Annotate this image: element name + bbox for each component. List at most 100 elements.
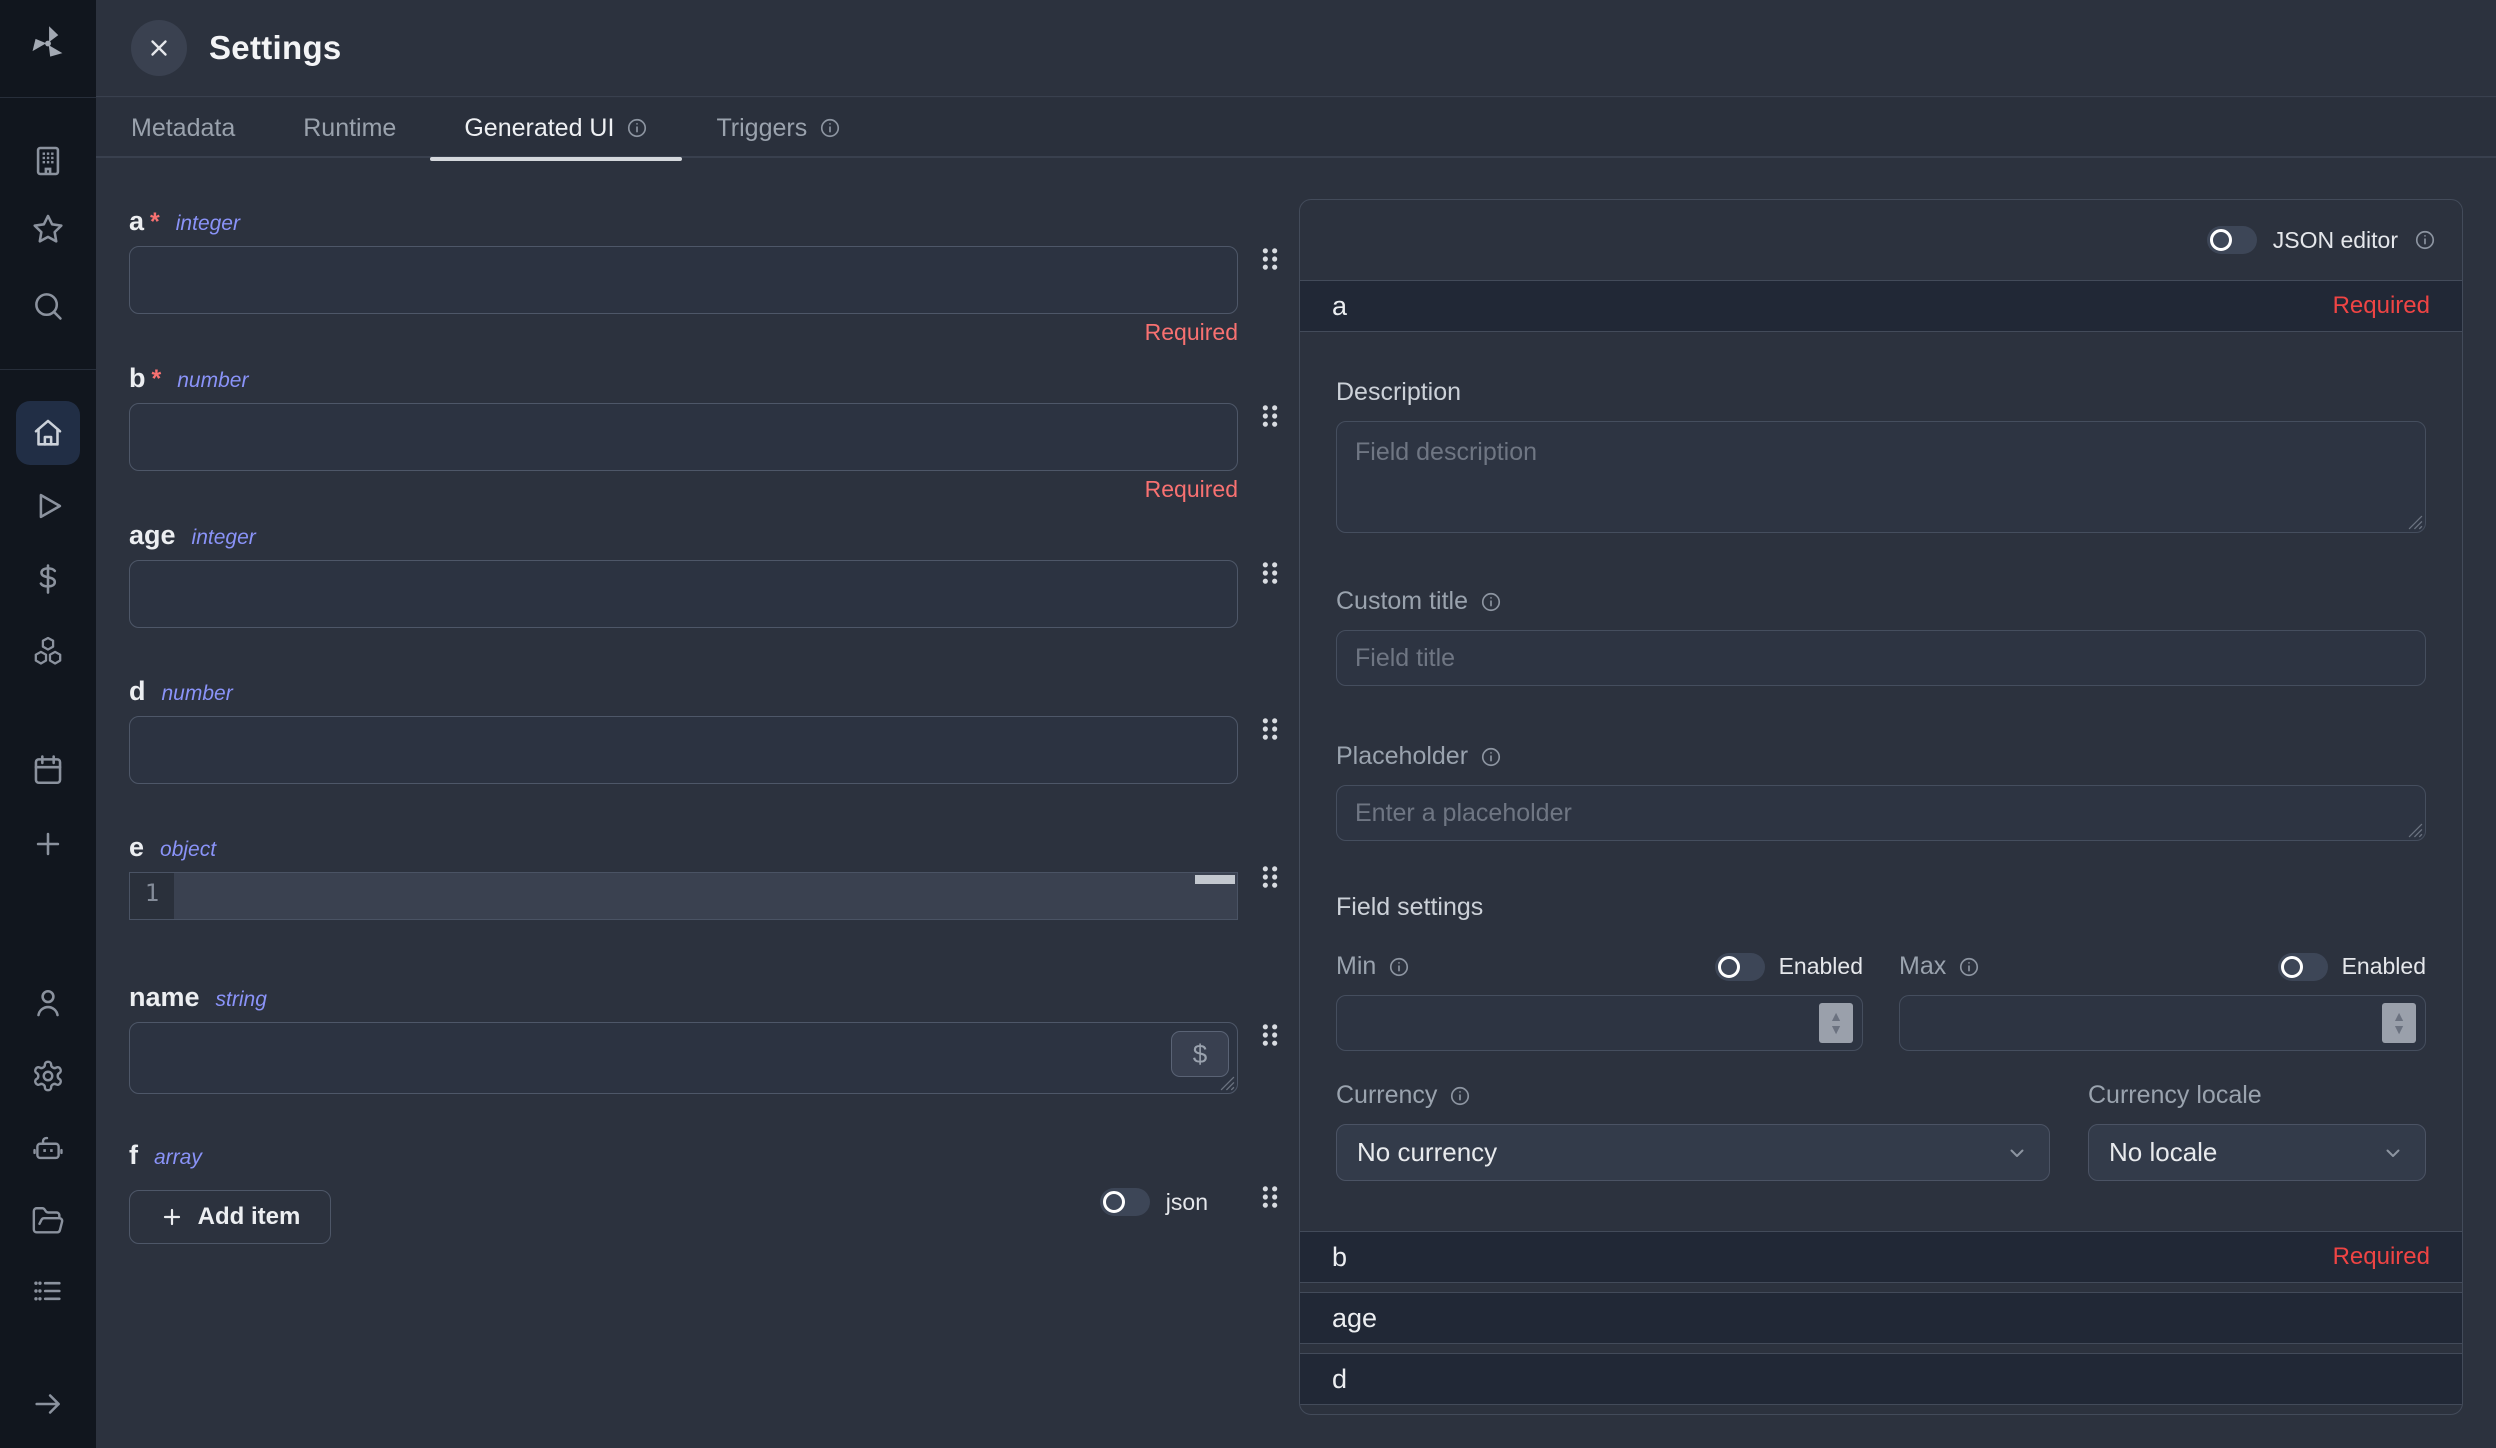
field-name: e — [129, 832, 144, 863]
min-column: Min Enabled ▲▼ — [1336, 952, 1863, 1051]
currency-locale-column: Currency locale No locale — [2088, 1081, 2426, 1181]
field-settings-label: Field settings — [1336, 893, 2426, 922]
min-enabled-toggle[interactable] — [1715, 953, 1765, 981]
chevron-down-icon — [2005, 1141, 2029, 1165]
field-f: f array Add item json — [129, 1140, 1238, 1244]
field-age: age integer — [129, 520, 1238, 628]
currency-select[interactable]: No currency — [1336, 1124, 2050, 1181]
max-enabled-toggle[interactable] — [2278, 953, 2328, 981]
field-b-input[interactable] — [129, 403, 1238, 471]
plus-icon[interactable] — [16, 812, 80, 876]
min-enabled-label: Enabled — [1779, 953, 1863, 980]
add-item-button[interactable]: Add item — [129, 1190, 331, 1244]
drag-handle-icon[interactable] — [1256, 1020, 1284, 1055]
tab-metadata[interactable]: Metadata — [97, 98, 269, 158]
description-input[interactable] — [1336, 421, 2426, 533]
info-icon — [1480, 591, 1502, 613]
required-hint: Required — [129, 476, 1238, 502]
drag-handle-icon[interactable] — [1256, 558, 1284, 593]
panel-row-d[interactable]: d — [1300, 1353, 2462, 1405]
drag-handle-icon[interactable] — [1256, 862, 1284, 897]
tab-generated-ui[interactable]: Generated UI — [430, 98, 682, 158]
max-value-input[interactable] — [1899, 995, 2426, 1051]
panel-row-a[interactable]: a Required — [1300, 280, 2462, 332]
drag-handle-icon[interactable] — [1256, 1182, 1284, 1217]
calendar-icon[interactable] — [16, 738, 80, 802]
tab-triggers[interactable]: Triggers — [682, 98, 875, 158]
drag-handle-icon[interactable] — [1256, 244, 1284, 279]
field-age-input[interactable] — [129, 560, 1238, 628]
search-icon[interactable] — [16, 274, 80, 338]
field-name: age — [129, 520, 176, 551]
field-name-input[interactable] — [129, 1022, 1238, 1094]
home-icon[interactable] — [16, 401, 80, 465]
field-e-code-editor[interactable]: 1 — [129, 872, 1238, 920]
min-max-settings: Min Enabled ▲▼ — [1336, 952, 2426, 1051]
currency-label: Currency — [1336, 1081, 2050, 1110]
field-e: e object 1 — [129, 832, 1238, 920]
required-asterisk: * — [152, 365, 162, 394]
custom-title-input[interactable] — [1336, 630, 2426, 686]
list-icon[interactable] — [16, 1259, 80, 1323]
boxes-icon[interactable] — [16, 619, 80, 683]
star-icon[interactable] — [16, 197, 80, 261]
bot-icon[interactable] — [16, 1116, 80, 1180]
panel-toolbar: JSON editor — [1300, 200, 2462, 280]
min-label: Min — [1336, 952, 1376, 981]
drag-handle-icon[interactable] — [1256, 714, 1284, 749]
required-badge: Required — [2333, 1243, 2430, 1271]
field-d: d number — [129, 676, 1238, 784]
arrow-right-icon[interactable] — [16, 1372, 80, 1436]
sidebar — [0, 0, 96, 1448]
currency-locale-label: Currency locale — [2088, 1081, 2426, 1110]
field-type: integer — [176, 212, 240, 236]
panel-row-age[interactable]: age — [1300, 1292, 2462, 1344]
tab-runtime[interactable]: Runtime — [269, 98, 430, 158]
custom-title-label: Custom title — [1336, 587, 2426, 616]
building-icon[interactable] — [16, 129, 80, 193]
user-icon[interactable] — [16, 971, 80, 1035]
field-a-input[interactable] — [129, 246, 1238, 314]
windmill-logo-icon[interactable] — [26, 22, 70, 71]
drag-handle-icon[interactable] — [1256, 401, 1284, 436]
sidebar-divider — [0, 369, 96, 370]
field-type: number — [177, 369, 248, 393]
folder-open-icon[interactable] — [16, 1189, 80, 1253]
variable-picker-button[interactable]: $ — [1171, 1031, 1229, 1077]
field-d-input[interactable] — [129, 716, 1238, 784]
field-settings-panel: JSON editor a Required Description Custo… — [1299, 199, 2463, 1415]
field-name: name — [129, 982, 200, 1013]
number-spinner[interactable]: ▲▼ — [1819, 1003, 1853, 1043]
editor-line-number: 1 — [130, 873, 174, 919]
json-editor-toggle[interactable] — [2207, 226, 2257, 254]
settings-gear-icon[interactable] — [16, 1044, 80, 1108]
panel-body: Description Custom title Placeholder — [1300, 332, 2462, 1231]
currency-locale-select[interactable]: No locale — [2088, 1124, 2426, 1181]
field-name-string: name string $ — [129, 982, 1238, 1094]
placeholder-label: Placeholder — [1336, 742, 2426, 771]
play-icon[interactable] — [16, 474, 80, 538]
min-value-input[interactable] — [1336, 995, 1863, 1051]
currency-column: Currency No currency — [1336, 1081, 2050, 1181]
chevron-down-icon — [2381, 1141, 2405, 1165]
info-icon — [819, 117, 841, 139]
info-icon — [2414, 229, 2436, 251]
number-spinner[interactable]: ▲▼ — [2382, 1003, 2416, 1043]
panel-row-partial[interactable] — [1300, 1414, 2462, 1415]
dollar-icon[interactable] — [16, 547, 80, 611]
tab-bar: Metadata Runtime Generated UI Triggers — [96, 98, 2496, 158]
required-hint: Required — [129, 319, 1238, 345]
panel-row-b[interactable]: b Required — [1300, 1231, 2462, 1283]
json-toggle-group: json — [1100, 1188, 1208, 1216]
placeholder-input[interactable] — [1336, 785, 2426, 841]
close-button[interactable] — [131, 20, 187, 76]
editor-scrollbar[interactable] — [1195, 875, 1235, 884]
required-asterisk: * — [150, 208, 160, 237]
info-icon — [1449, 1085, 1471, 1107]
max-enabled-label: Enabled — [2342, 953, 2426, 980]
info-icon — [1480, 746, 1502, 768]
field-type: integer — [192, 526, 256, 550]
field-type: object — [160, 838, 216, 862]
currency-settings: Currency No currency Currency locale No … — [1336, 1081, 2426, 1181]
json-toggle[interactable] — [1100, 1188, 1150, 1216]
